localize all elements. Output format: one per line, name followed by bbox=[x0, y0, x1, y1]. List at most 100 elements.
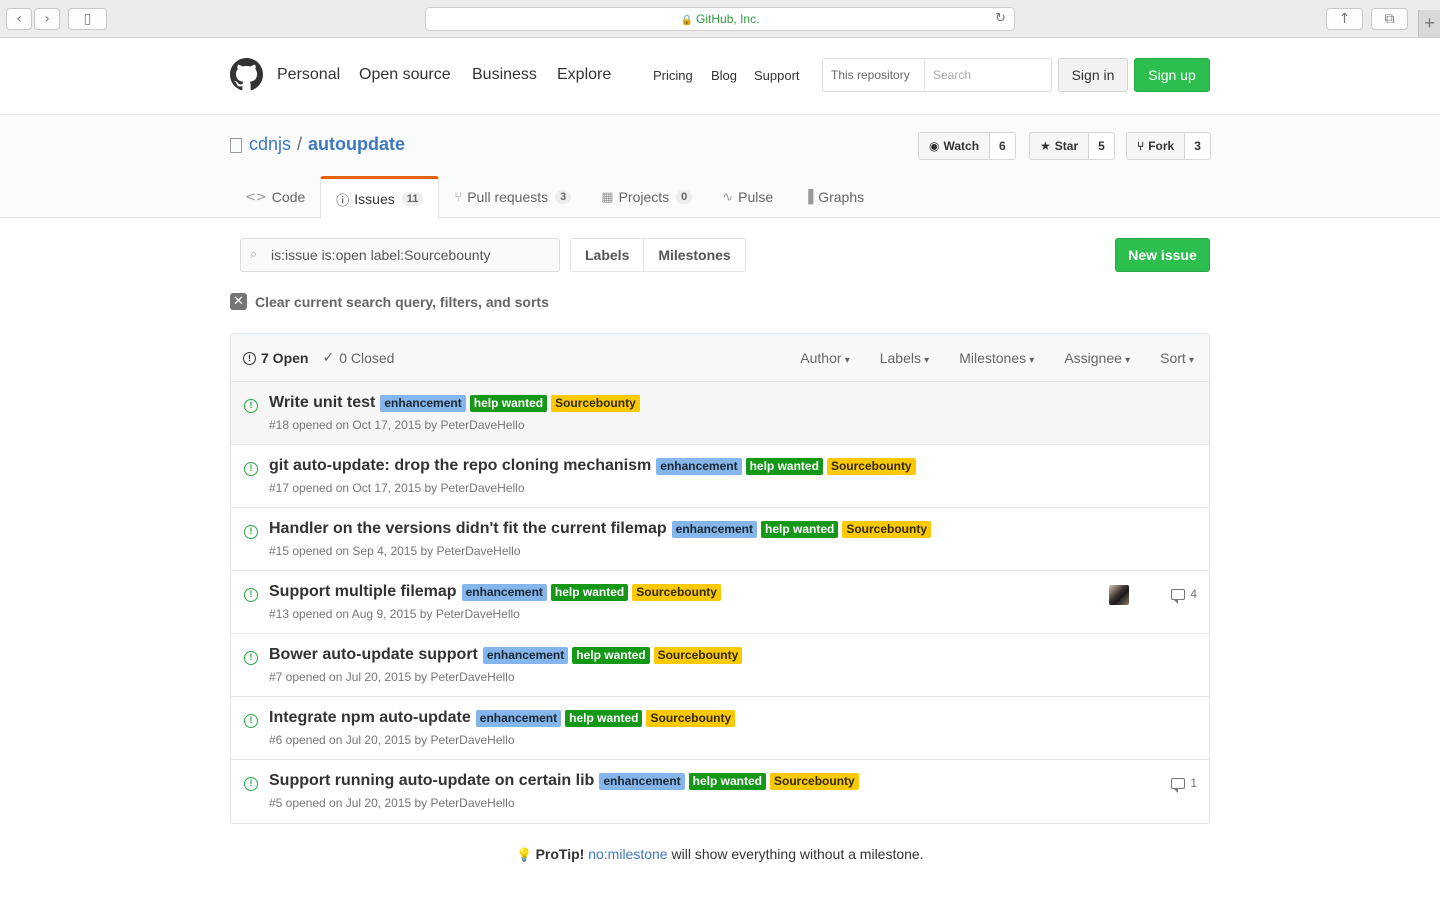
projects-counter: 0 bbox=[676, 190, 693, 204]
milestones-filter[interactable]: Milestones bbox=[959, 334, 1034, 385]
label-sourcebounty[interactable]: Sourcebounty bbox=[653, 646, 743, 664]
label-sourcebounty[interactable]: Sourcebounty bbox=[646, 709, 736, 727]
issue-title-link[interactable]: git auto-update: drop the repo cloning m… bbox=[269, 457, 651, 475]
label-enhancement[interactable]: enhancement bbox=[671, 520, 757, 538]
issue-title-line: git auto-update: drop the repo cloning m… bbox=[269, 457, 916, 475]
issue-row[interactable]: ! Integrate npm auto-update enhancement … bbox=[231, 697, 1209, 760]
filter-query-text: is:issue is:open label:Sourcebounty bbox=[271, 247, 491, 263]
site-search[interactable]: This repository Search bbox=[822, 58, 1052, 92]
tabs-button[interactable]: ⧉ bbox=[1371, 8, 1408, 30]
tab-projects[interactable]: ▦ Projects 0 bbox=[586, 176, 707, 218]
label-enhancement[interactable]: enhancement bbox=[656, 457, 742, 475]
issue-title-link[interactable]: Write unit test bbox=[269, 394, 375, 412]
clear-filters-link[interactable]: ✕ Clear current search query, filters, a… bbox=[230, 293, 549, 310]
star-count[interactable]: 5 bbox=[1089, 132, 1115, 160]
label-enhancement[interactable]: enhancement bbox=[475, 709, 562, 727]
protip-link[interactable]: no:milestone bbox=[588, 846, 667, 862]
assignee-avatar[interactable] bbox=[1109, 585, 1129, 605]
new-issue-button[interactable]: New issue bbox=[1115, 238, 1210, 272]
label-enhancement[interactable]: enhancement bbox=[380, 394, 466, 412]
path-separator: / bbox=[297, 134, 303, 154]
repo-owner-link[interactable]: cdnjs bbox=[249, 134, 291, 155]
issue-meta: #5 opened on Jul 20, 2015 by PeterDaveHe… bbox=[269, 796, 515, 810]
search-input[interactable]: Search bbox=[925, 59, 1051, 91]
tab-pulse[interactable]: ∿ Pulse bbox=[707, 176, 788, 218]
nav-open-source[interactable]: Open source bbox=[359, 66, 451, 84]
issue-title-link[interactable]: Support multiple filemap bbox=[269, 583, 457, 601]
issue-title-link[interactable]: Handler on the versions didn't fit the c… bbox=[269, 520, 667, 538]
label-sourcebounty[interactable]: Sourcebounty bbox=[842, 520, 932, 538]
tab-graphs[interactable]: ▐ Graphs bbox=[788, 176, 879, 218]
issue-row[interactable]: ! Support running auto-update on certain… bbox=[231, 760, 1209, 823]
address-bar[interactable]: 🔒 GitHub, Inc. ↻ bbox=[425, 7, 1015, 31]
comments-link[interactable]: 4 bbox=[1171, 587, 1197, 604]
label-sourcebounty[interactable]: Sourcebounty bbox=[632, 583, 721, 601]
sign-up-button[interactable]: Sign up bbox=[1134, 58, 1210, 92]
tab-issues[interactable]: ⓘ Issues 11 bbox=[320, 176, 440, 219]
issue-row[interactable]: ! git auto-update: drop the repo cloning… bbox=[231, 445, 1209, 508]
labels-link[interactable]: Labels bbox=[571, 239, 643, 271]
label-help-wanted[interactable]: help wanted bbox=[565, 709, 643, 727]
label-enhancement[interactable]: enhancement bbox=[599, 772, 685, 790]
issue-row[interactable]: ! Bower auto-update support enhancement … bbox=[231, 634, 1209, 697]
issues-filter-input[interactable]: ⌕ is:issue is:open label:Sourcebounty bbox=[240, 238, 560, 272]
comments-link[interactable]: 1 bbox=[1171, 776, 1197, 793]
sign-in-button[interactable]: Sign in bbox=[1058, 58, 1128, 92]
new-tab-button[interactable]: + bbox=[1418, 10, 1440, 37]
watch-count[interactable]: 6 bbox=[990, 132, 1016, 160]
labels-filter[interactable]: Labels bbox=[880, 334, 929, 385]
closed-issues-toggle[interactable]: ✓ 0 Closed bbox=[322, 334, 394, 382]
nav-pricing[interactable]: Pricing bbox=[653, 68, 693, 83]
repo-name-link[interactable]: autoupdate bbox=[308, 134, 405, 155]
label-enhancement[interactable]: enhancement bbox=[461, 583, 547, 601]
author-filter[interactable]: Author bbox=[800, 334, 849, 385]
tab-code[interactable]: <> Code bbox=[230, 176, 320, 218]
back-button[interactable]: ‹ bbox=[6, 8, 32, 30]
issue-title-link[interactable]: Support running auto-update on certain l… bbox=[269, 772, 594, 790]
tab-pull-requests[interactable]: ⑂ Pull requests 3 bbox=[439, 176, 586, 218]
milestones-link[interactable]: Milestones bbox=[643, 239, 744, 271]
fork-button[interactable]: ⑂ Fork bbox=[1126, 132, 1186, 160]
tabs-icon: ⧉ bbox=[1384, 11, 1395, 27]
nav-explore[interactable]: Explore bbox=[557, 66, 611, 84]
label-help-wanted[interactable]: help wanted bbox=[745, 457, 823, 475]
label-help-wanted[interactable]: help wanted bbox=[688, 772, 767, 790]
label-help-wanted[interactable]: help wanted bbox=[572, 646, 650, 664]
label-help-wanted[interactable]: help wanted bbox=[469, 394, 548, 412]
fork-group: ⑂ Fork 3 bbox=[1126, 132, 1211, 160]
issue-row[interactable]: ! Write unit test enhancement help wante… bbox=[231, 382, 1209, 445]
reload-icon[interactable]: ↻ bbox=[995, 8, 1006, 30]
star-button[interactable]: ★ Star bbox=[1029, 132, 1090, 160]
nav-support[interactable]: Support bbox=[754, 68, 800, 83]
label-sourcebounty[interactable]: Sourcebounty bbox=[826, 457, 916, 475]
tab-label: Pulse bbox=[738, 189, 774, 205]
pulse-icon: ∿ bbox=[722, 189, 734, 205]
pull-requests-counter: 3 bbox=[555, 190, 572, 204]
forward-button[interactable]: › bbox=[34, 8, 60, 30]
label-help-wanted[interactable]: help wanted bbox=[761, 520, 839, 538]
label-sourcebounty[interactable]: Sourcebounty bbox=[551, 394, 640, 412]
nav-business[interactable]: Business bbox=[472, 66, 537, 84]
share-button[interactable]: ↑ bbox=[1326, 8, 1363, 30]
issue-title-link[interactable]: Bower auto-update support bbox=[269, 646, 478, 664]
issue-title-link[interactable]: Integrate npm auto-update bbox=[269, 709, 471, 727]
fork-count[interactable]: 3 bbox=[1185, 132, 1211, 160]
open-issues-toggle[interactable]: ! 7 Open bbox=[243, 334, 308, 382]
github-logo-icon[interactable] bbox=[230, 58, 263, 91]
watch-button[interactable]: ◉ Watch bbox=[918, 132, 991, 160]
nav-blog[interactable]: Blog bbox=[711, 68, 737, 83]
watch-group: ◉ Watch 6 bbox=[918, 132, 1016, 160]
sidebar-toggle-button[interactable]: ▯ bbox=[68, 8, 107, 30]
sort-filter[interactable]: Sort bbox=[1160, 334, 1194, 385]
assignee-filter[interactable]: Assignee bbox=[1064, 334, 1130, 385]
label-sourcebounty[interactable]: Sourcebounty bbox=[770, 772, 859, 790]
site-header: Personal Open source Business Explore Pr… bbox=[0, 38, 1440, 115]
label-enhancement[interactable]: enhancement bbox=[482, 646, 569, 664]
label-help-wanted[interactable]: help wanted bbox=[550, 583, 629, 601]
issue-row[interactable]: ! Support multiple filemap enhancement h… bbox=[231, 571, 1209, 634]
issue-opened-icon: ! bbox=[244, 525, 258, 539]
issue-row[interactable]: ! Handler on the versions didn't fit the… bbox=[231, 508, 1209, 571]
nav-personal[interactable]: Personal bbox=[277, 66, 340, 84]
comment-icon bbox=[1171, 777, 1186, 793]
browser-toolbar: ‹ › ▯ 🔒 GitHub, Inc. ↻ ↑ ⧉ + bbox=[0, 0, 1440, 38]
